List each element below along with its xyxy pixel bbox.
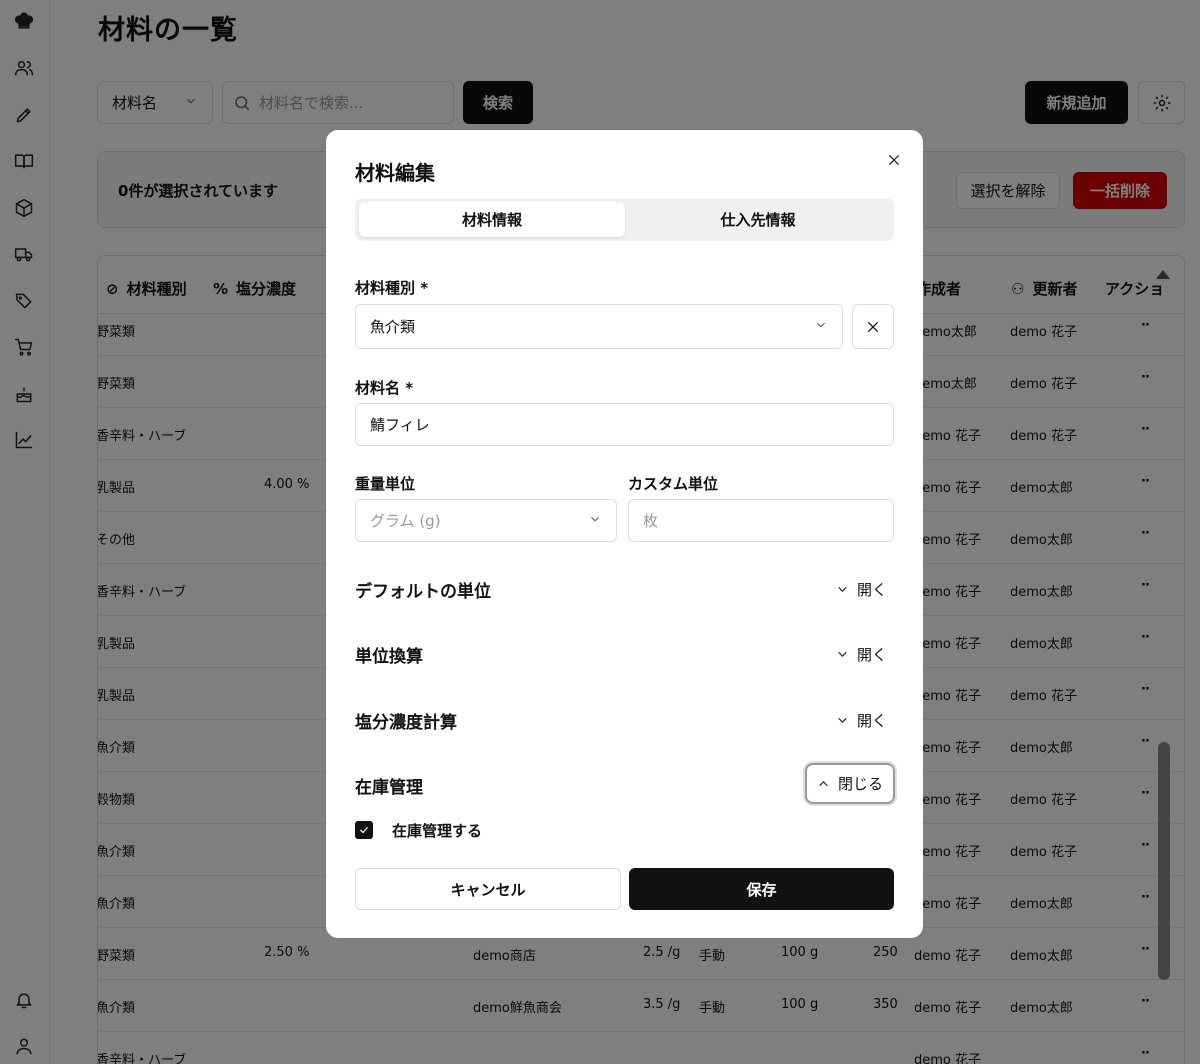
chevron-down-icon [838, 586, 847, 592]
chevron-down-icon [814, 318, 828, 336]
close-icon[interactable] [884, 150, 904, 170]
weight-unit-value: グラム (g) [370, 512, 441, 530]
chevron-up-icon [819, 781, 828, 787]
name-input[interactable]: 鯖フィレ [355, 403, 894, 446]
custom-unit-label: カスタム単位 [628, 475, 719, 493]
chevron-down-icon [588, 512, 602, 530]
chevron-down-icon [838, 717, 847, 723]
custom-unit-input[interactable]: 枚 [628, 499, 894, 542]
category-label: 材料種別 * [355, 279, 429, 297]
unit-conversion-toggle[interactable]: 開く [836, 644, 887, 665]
tab-material-info[interactable]: 材料情報 [359, 202, 625, 237]
category-value: 魚介類 [370, 318, 416, 336]
section-salt-calc: 塩分濃度計算 [355, 713, 457, 733]
x-icon [867, 321, 879, 332]
default-unit-toggle[interactable]: 開く [836, 579, 887, 600]
custom-unit-placeholder: 枚 [643, 512, 659, 530]
salt-calc-toggle[interactable]: 開く [836, 710, 887, 731]
cancel-button[interactable]: キャンセル [355, 868, 621, 910]
category-select[interactable]: 魚介類 [355, 304, 843, 349]
inventory-toggle[interactable]: 閉じる [805, 763, 895, 804]
tab-supplier-info[interactable]: 仕入先情報 [625, 202, 891, 237]
edit-material-dialog: 材料編集 材料情報 仕入先情報 材料種別 * 魚介類 材料名 * 鯖フィレ 重量… [326, 130, 923, 938]
check-icon [360, 827, 368, 834]
section-inventory: 在庫管理 [355, 778, 423, 798]
section-default-unit: デフォルトの単位 [355, 582, 491, 602]
inventory-checkbox[interactable] [355, 821, 373, 839]
clear-category-button[interactable] [852, 304, 894, 349]
save-button[interactable]: 保存 [629, 868, 894, 910]
name-label: 材料名 * [355, 379, 414, 397]
weight-unit-label: 重量単位 [355, 475, 416, 493]
chevron-down-icon [838, 651, 847, 657]
dialog-title: 材料編集 [355, 161, 435, 185]
inventory-checkbox-label[interactable]: 在庫管理する [392, 820, 482, 841]
dialog-tabs: 材料情報 仕入先情報 [355, 198, 894, 241]
section-unit-conversion: 単位換算 [355, 647, 423, 667]
weight-unit-select[interactable]: グラム (g) [355, 499, 617, 542]
name-value: 鯖フィレ [370, 416, 430, 434]
